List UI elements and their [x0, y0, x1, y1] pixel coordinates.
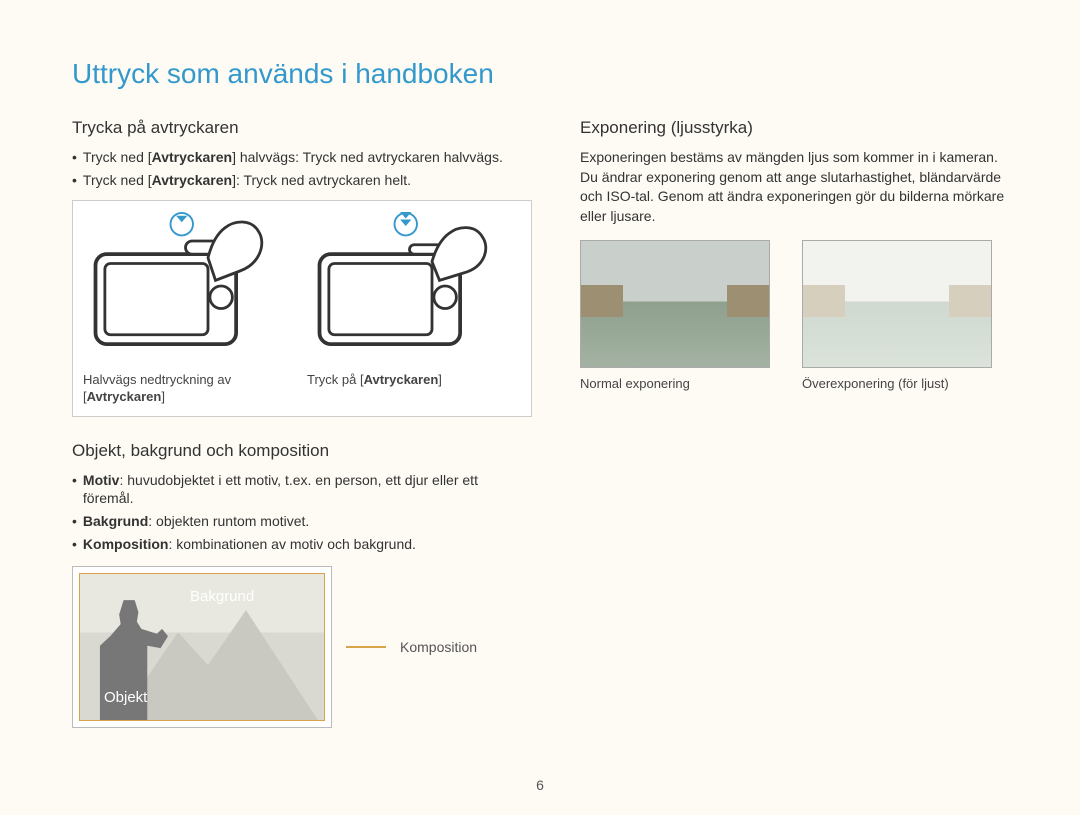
page-number: 6: [536, 777, 544, 793]
composition-diagram: Bakgrund Objekt: [72, 566, 332, 728]
bullet-bakgrund: • Bakgrund: objekten runtom motivet.: [72, 512, 532, 531]
caption-normal: Normal exponering: [580, 376, 786, 391]
bullet-motiv: • Motiv: huvudobjektet i ett motiv, t.ex…: [72, 471, 532, 509]
diagram-label-bakgrund: Bakgrund: [190, 588, 254, 605]
building-left: [803, 285, 845, 317]
cap2-mid: Avtryckaren: [364, 372, 439, 387]
photo-overexposed: [802, 240, 992, 368]
content-columns: Trycka på avtryckaren • Tryck ned [Avtry…: [72, 118, 1008, 728]
komposition-text: : kombinationen av motiv och bakgrund.: [168, 536, 415, 552]
komposition-label: Komposition: [83, 536, 169, 552]
cap1-mid: Avtryckaren: [87, 389, 162, 404]
bullet-fullpress: • Tryck ned [Avtryckaren]: Tryck ned avt…: [72, 171, 532, 190]
camera-halfpress-cell: Halvvägs nedtryckning av [Avtryckaren]: [83, 211, 297, 406]
exposure-heading: Exponering (ljusstyrka): [580, 118, 1008, 138]
motiv-text: : huvudobjektet i ett motiv, t.ex. en pe…: [83, 472, 478, 507]
bullet-dot-icon: •: [72, 512, 77, 531]
section-composition: Objekt, bakgrund och komposition • Motiv…: [72, 441, 532, 729]
connector-line: [346, 646, 386, 648]
b1-pre: Tryck ned [: [83, 149, 152, 165]
bullet-dot-icon: •: [72, 171, 77, 190]
bullet-dot-icon: •: [72, 535, 77, 554]
bakgrund-label: Bakgrund: [83, 513, 148, 529]
camera-illustration-frame: Halvvägs nedtryckning av [Avtryckaren]: [72, 200, 532, 417]
cap2-pre: Tryck på [: [307, 372, 364, 387]
camera-fullpress-cell: Tryck på [Avtryckaren]: [307, 211, 521, 406]
bullet-dot-icon: •: [72, 148, 77, 167]
bakgrund-text: : objekten runtom motivet.: [148, 513, 309, 529]
bullet-komposition: • Komposition: kombinationen av motiv oc…: [72, 535, 532, 554]
mountain-shape: [118, 610, 318, 720]
photo-normal: [580, 240, 770, 368]
caption-over: Överexponering (för ljust): [802, 376, 1008, 391]
section1-heading: Trycka på avtryckaren: [72, 118, 532, 138]
section2-heading: Objekt, bakgrund och komposition: [72, 441, 532, 461]
building-left: [581, 285, 623, 317]
b2-pre: Tryck ned [: [83, 172, 152, 188]
building-right: [949, 285, 991, 317]
diagram-label-komposition: Komposition: [400, 639, 477, 655]
cap2-post: ]: [438, 372, 442, 387]
exposure-paragraph: Exponeringen bestäms av mängden ljus som…: [580, 148, 1008, 226]
cap1-post: ]: [161, 389, 165, 404]
camera-fullpress-icon: [307, 211, 497, 361]
section-shutter: Trycka på avtryckaren • Tryck ned [Avtry…: [72, 118, 532, 417]
b1-mid: Avtryckaren: [152, 149, 232, 165]
page-title: Uttryck som används i handboken: [72, 58, 1008, 90]
camera-halfpress-icon: [83, 211, 273, 361]
photo-over-cell: Överexponering (för ljust): [802, 240, 1008, 391]
photo-normal-cell: Normal exponering: [580, 240, 786, 391]
b2-mid: Avtryckaren: [152, 172, 232, 188]
b1-post: ] halvvägs: Tryck ned avtryckaren halvvä…: [232, 149, 503, 165]
building-right: [727, 285, 769, 317]
motiv-label: Motiv: [83, 472, 120, 488]
b2-post: ]: Tryck ned avtryckaren helt.: [232, 172, 411, 188]
bullet-dot-icon: •: [72, 471, 77, 509]
bullet-halfpress: • Tryck ned [Avtryckaren] halvvägs: Tryc…: [72, 148, 532, 167]
diagram-label-objekt: Objekt: [104, 689, 147, 706]
